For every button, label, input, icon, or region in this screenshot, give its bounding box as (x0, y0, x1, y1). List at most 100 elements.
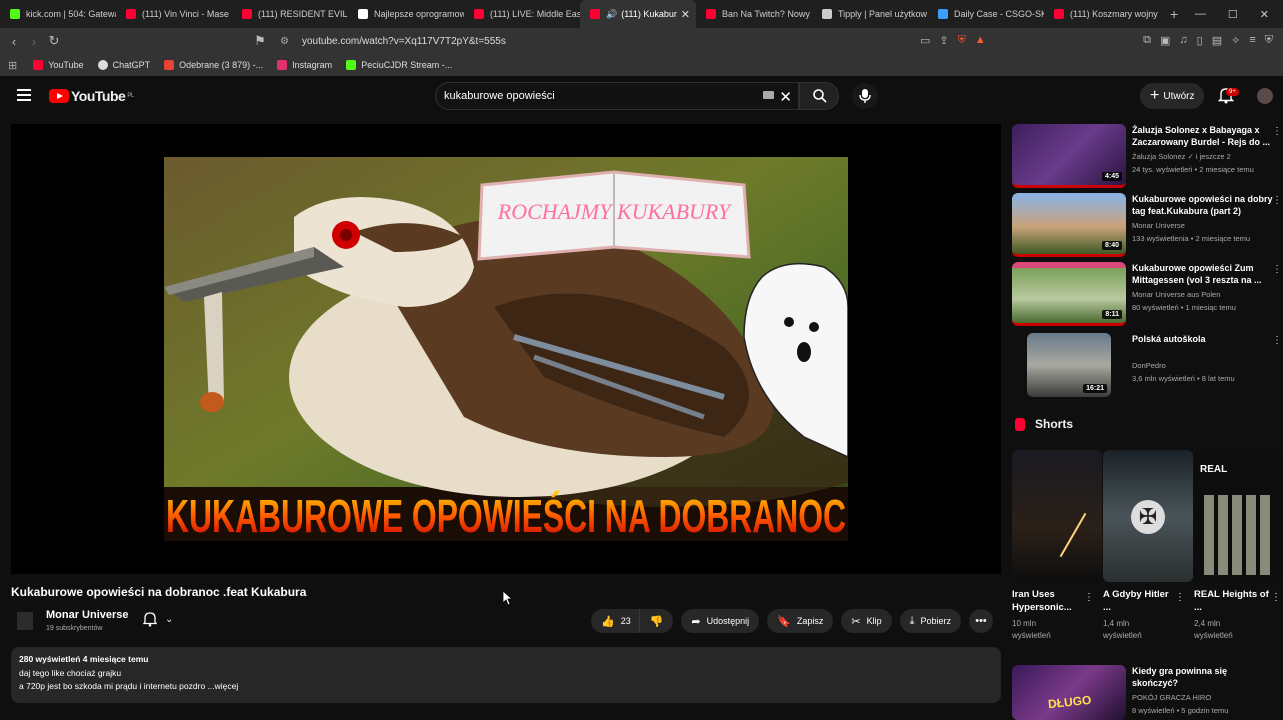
more-vert-icon[interactable]: ⋮ (1175, 592, 1185, 603)
browser-address-bar: ‹ › ↻ ⚑ ⚙ youtube.com/watch?v=Xq117V7T2p… (0, 28, 1283, 54)
channel-name[interactable]: Monar Universe (46, 609, 129, 621)
short-thumbnail: ✠ (1103, 450, 1193, 582)
bookmark-item[interactable]: ChatGPT (97, 60, 150, 70)
like-button[interactable]: 👍 23 (591, 609, 640, 633)
subscription-bell-button[interactable]: ⌄ (143, 611, 173, 627)
bell-icon (143, 612, 157, 627)
related-video[interactable]: 4:45 Żaluzja Solonez x Babayaga x Zaczar… (1012, 124, 1282, 188)
browser-tab[interactable]: Daily Case - CSGO-SK (928, 0, 1044, 28)
extensions-icons: ⧉ ▣ ♫ ▯ ▤ ✧ ≡ ⛨ (1143, 34, 1273, 47)
video-actions: 👍 23 👎 ➦ Udostępnij 🔖 Zapisz ✂ Klip ⤓ Pobierz… (591, 609, 994, 633)
browser-tab-active[interactable]: 🔊 (111) Kukabur ✕ (580, 0, 696, 28)
more-vert-icon[interactable]: ⋮ (1272, 264, 1282, 275)
close-window-icon[interactable]: ✕ (1260, 8, 1269, 21)
reload-icon[interactable]: ↻ (44, 33, 64, 49)
share-icon[interactable]: ⇪ (939, 34, 948, 47)
thumbs-up-icon: 👍 (601, 615, 615, 628)
leo-icon[interactable]: ✧ (1231, 34, 1240, 47)
more-vert-icon[interactable]: ⋮ (1272, 195, 1282, 206)
browser-tab[interactable]: (111) Vin Vinci - Mase (116, 0, 232, 28)
short-views: 1,4 mln wyświetleń (1103, 619, 1142, 640)
search-input[interactable]: kukaburowe opowieści ✕ (435, 82, 799, 110)
maximize-icon[interactable]: ☐ (1228, 8, 1238, 21)
save-button[interactable]: 🔖 Zapisz (767, 609, 834, 633)
more-vert-icon[interactable]: ⋮ (1272, 335, 1282, 346)
bookmark-item[interactable]: Odebrane (3 879) -... (164, 60, 263, 70)
browser-tab[interactable]: (111) Koszmary wojny (1044, 0, 1160, 28)
short-title: REAL Heights of ... (1194, 589, 1269, 613)
more-vert-icon[interactable]: ⋮ (1084, 592, 1094, 603)
create-button[interactable]: + Utwórz (1140, 83, 1205, 109)
more-actions-button[interactable]: ••• (969, 609, 994, 633)
minimize-icon[interactable]: — (1195, 8, 1206, 20)
tab-favicon-icon (590, 9, 600, 19)
bookmark-item[interactable]: Instagram (277, 60, 332, 70)
video-thumbnail: 16:21 (1027, 333, 1111, 397)
search-button[interactable] (799, 82, 839, 110)
browser-tab[interactable]: Tipply | Panel użytkow (812, 0, 928, 28)
wallet-icon[interactable]: ▣ (1160, 34, 1170, 47)
share-button[interactable]: ➦ Udostępnij (681, 609, 760, 633)
speaker-icon[interactable]: 🔊 (606, 9, 617, 20)
new-tab-button[interactable]: + (1170, 6, 1178, 22)
more-vert-icon[interactable]: ⋮ (1272, 126, 1282, 137)
related-video-title: Polská autoškola (1132, 334, 1206, 344)
bookmark-item[interactable]: PeciuCJDR Stream -... (346, 60, 452, 70)
wallet-icon-2[interactable]: ▤ (1212, 34, 1222, 47)
youtube-logo[interactable]: YouTube PL (49, 88, 134, 104)
browser-tab[interactable]: (111) RESIDENT EVIL 9 (232, 0, 348, 28)
bookmarks-bar: ⊞ YouTube ChatGPT Odebrane (3 879) -... … (0, 54, 1283, 76)
keyboard-icon[interactable] (763, 91, 774, 99)
short-item[interactable]: Iran Uses Hypersonic... 10 mln wyświetleń… (1012, 450, 1102, 642)
subscriber-count: 19 subskrybentów (46, 625, 103, 632)
media-icon[interactable]: ♫ (1179, 34, 1187, 47)
bookmark-item[interactable]: YouTube (33, 60, 84, 70)
related-video-title: Kiedy gra powinna się skończyć? (1132, 666, 1228, 688)
bookmark-page-icon[interactable]: ⚑ (250, 33, 270, 49)
apps-grid-icon[interactable]: ⊞ (8, 59, 17, 72)
extensions-icon[interactable]: ⧉ (1143, 34, 1151, 47)
site-info-icon[interactable]: ⚙ (280, 36, 292, 47)
related-video[interactable]: 8:11 Kukaburowe opowieści Zum Mittagesse… (1012, 262, 1282, 326)
close-tab-icon[interactable]: ✕ (681, 8, 690, 21)
more-vert-icon[interactable]: ⋮ (1271, 592, 1281, 603)
related-video[interactable]: DŁUGO Kiedy gra powinna się skończyć? PO… (1012, 665, 1282, 720)
back-icon[interactable]: ‹ (4, 34, 24, 49)
related-video-meta: 133 wyświetlenia • 2 miesiące temu (1132, 234, 1251, 243)
browser-tab[interactable]: Najlepsze oprogramow (348, 0, 464, 28)
rewards-icon[interactable]: ▲ (975, 34, 986, 47)
cast-icon[interactable]: ▭ (920, 34, 930, 47)
browser-tab[interactable]: Ban Na Twitch? Nowy (696, 0, 812, 28)
dislike-button[interactable]: 👎 (639, 609, 674, 633)
download-button[interactable]: ⤓ Pobierz (899, 609, 962, 633)
short-views: 2,4 mln wyświetleń (1194, 619, 1233, 640)
short-item[interactable]: REAL REAL Heights of ... 2,4 mln wyświetl… (1194, 450, 1283, 642)
kookaburra-video-image: ROCHAJMY KUKABURY KUKABUROWE OPOWIEŚCI N… (164, 157, 848, 541)
related-video-title: Kukaburowe opowieści na dobry tag feat.K… (1132, 194, 1273, 216)
short-thumbnail (1012, 450, 1102, 582)
voice-search-button[interactable] (852, 83, 878, 109)
related-video-meta: 24 tys. wyświetleń • 2 miesiące temu (1132, 165, 1254, 174)
browser-tab[interactable]: kick.com | 504: Gatewa (0, 0, 116, 28)
video-player[interactable]: ROCHAJMY KUKABURY KUKABUROWE OPOWIEŚCI N… (11, 124, 1001, 574)
clip-button[interactable]: ✂ Klip (841, 609, 892, 633)
thumbnail-bottom-text: KUKABUROWE OPOWIEŚCI NA DOBRANOC (166, 490, 846, 541)
tab-favicon-icon (706, 9, 716, 19)
video-description[interactable]: 280 wyświetleń 4 miesiące temu daj tego … (11, 647, 1001, 703)
menu-icon[interactable] (17, 89, 31, 101)
forward-icon[interactable]: › (24, 34, 44, 49)
channel-avatar[interactable] (17, 612, 33, 630)
brave-shield-icon[interactable]: ⛨ (958, 34, 966, 47)
browser-tab[interactable]: (111) LIVE: Middle Eas (464, 0, 580, 28)
instagram-icon (277, 60, 288, 70)
clear-search-icon[interactable]: ✕ (779, 88, 792, 106)
url-field[interactable]: ⚙ youtube.com/watch?v=Xq117V7T2pY&t=555s (274, 31, 1008, 51)
tab-favicon-icon (1054, 9, 1064, 19)
sidebar-icon[interactable]: ▯ (1197, 34, 1203, 47)
menu-icon[interactable]: ≡ (1249, 34, 1255, 47)
vpn-icon[interactable]: ⛨ (1265, 34, 1273, 47)
related-video[interactable]: 16:21 Polská autoškola DonPedro 3,6 mln … (1012, 333, 1282, 397)
related-video[interactable]: 8:40 Kukaburowe opowieści na dobry tag f… (1012, 193, 1282, 257)
account-avatar[interactable] (1257, 88, 1273, 104)
short-item[interactable]: ✠ A Gdyby Hitler ... 1,4 mln wyświetleń ⋮ (1103, 450, 1193, 642)
